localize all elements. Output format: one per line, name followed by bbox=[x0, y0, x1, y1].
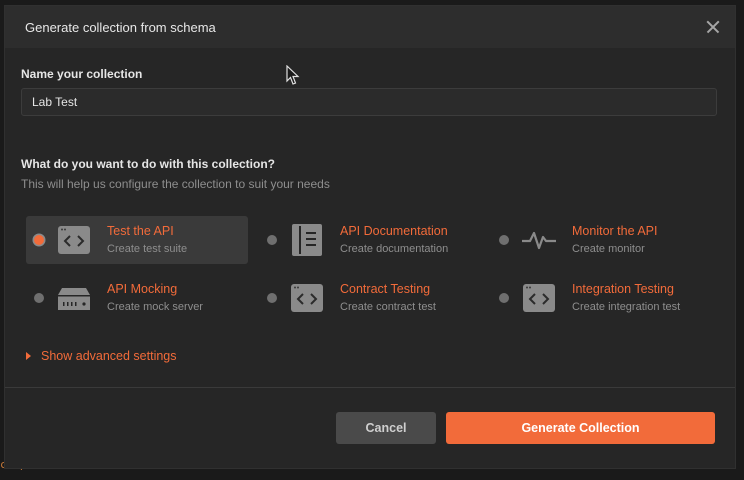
server-icon bbox=[57, 281, 91, 315]
pulse-icon bbox=[522, 223, 556, 257]
advanced-settings-label: Show advanced settings bbox=[41, 349, 177, 363]
collection-name-input[interactable] bbox=[21, 88, 717, 116]
generate-collection-dialog: Generate collection from schema Name you… bbox=[5, 6, 735, 468]
radio[interactable] bbox=[267, 293, 277, 303]
option-contract-testing[interactable]: Contract Testing Create contract test bbox=[259, 274, 481, 322]
dialog-title: Generate collection from schema bbox=[25, 19, 216, 35]
documentation-icon bbox=[290, 223, 324, 257]
option-subtitle: Create documentation bbox=[340, 243, 449, 255]
radio[interactable] bbox=[499, 293, 509, 303]
option-subtitle: Create contract test bbox=[340, 301, 436, 313]
show-advanced-settings-toggle[interactable]: Show advanced settings bbox=[26, 349, 177, 363]
option-api-documentation[interactable]: API Documentation Create documentation bbox=[259, 216, 481, 264]
radio[interactable] bbox=[34, 293, 44, 303]
option-subtitle: Create test suite bbox=[107, 243, 188, 255]
code-window-icon bbox=[522, 281, 556, 315]
option-test-the-api[interactable]: Test the API Create test suite bbox=[26, 216, 248, 264]
option-title: Test the API bbox=[107, 224, 174, 238]
option-title: API Mocking bbox=[107, 282, 178, 296]
code-window-icon bbox=[57, 223, 91, 257]
option-subtitle: Create integration test bbox=[572, 301, 681, 313]
footer-divider bbox=[5, 387, 735, 388]
option-integration-testing[interactable]: Integration Testing Create integration t… bbox=[491, 274, 713, 322]
option-subtitle: Create mock server bbox=[107, 301, 203, 313]
close-icon[interactable] bbox=[703, 17, 723, 37]
option-title: Integration Testing bbox=[572, 282, 674, 296]
option-title: Monitor the API bbox=[572, 224, 658, 238]
dialog-header: Generate collection from schema bbox=[5, 6, 735, 48]
option-api-mocking[interactable]: API Mocking Create mock server bbox=[26, 274, 248, 322]
option-subtitle: Create monitor bbox=[572, 243, 645, 255]
caret-right-icon bbox=[26, 352, 31, 360]
radio[interactable] bbox=[267, 235, 277, 245]
option-monitor-the-api[interactable]: Monitor the API Create monitor bbox=[491, 216, 713, 264]
radio[interactable] bbox=[499, 235, 509, 245]
purpose-label: What do you want to do with this collect… bbox=[21, 157, 275, 171]
code-window-icon bbox=[290, 281, 324, 315]
radio-selected[interactable] bbox=[34, 235, 44, 245]
mouse-pointer-icon bbox=[286, 65, 300, 85]
purpose-helper-text: This will help us configure the collecti… bbox=[21, 177, 330, 191]
option-title: Contract Testing bbox=[340, 282, 431, 296]
cancel-button[interactable]: Cancel bbox=[336, 412, 436, 444]
option-title: API Documentation bbox=[340, 224, 448, 238]
collection-name-label: Name your collection bbox=[21, 67, 143, 81]
generate-collection-button[interactable]: Generate Collection bbox=[446, 412, 715, 444]
